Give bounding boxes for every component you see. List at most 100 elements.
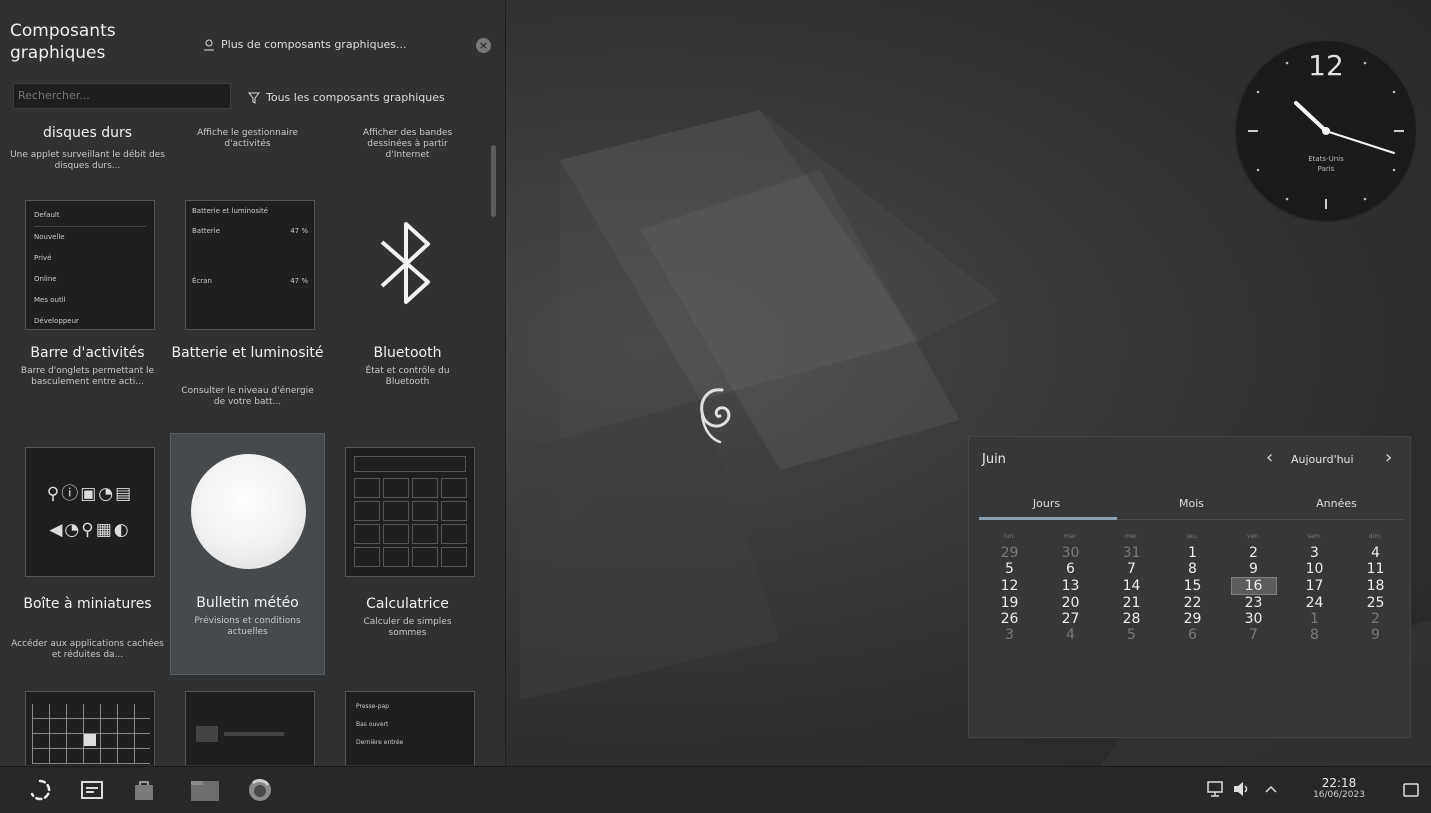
network-icon[interactable] [1206, 780, 1224, 798]
preview-text: Nouvelle [34, 233, 65, 241]
calendar-day[interactable]: 21 [1101, 595, 1162, 611]
filter-button[interactable]: Tous les composants graphiques [248, 91, 445, 104]
calculator-preview [345, 447, 475, 577]
widgets-panel: Composants graphiques Plus de composants… [0, 0, 506, 766]
taskbar-time: 22:18 [1321, 776, 1357, 790]
preview-text: Batterie [192, 227, 221, 235]
weather-icon [191, 454, 306, 569]
analog-clock[interactable]: 12 Etats-Unis Paris [1236, 41, 1416, 221]
calendar-day[interactable]: 3 [1284, 545, 1345, 561]
clock-timezone-label: Etats-Unis [1308, 155, 1344, 163]
widget-desc: Calculer de simples sommes [363, 617, 452, 638]
widget-name: Bluetooth [373, 345, 442, 361]
widget-item-weather[interactable]: Bulletin météo Prévisions et conditions … [170, 433, 325, 675]
calendar-day[interactable]: 4 [1345, 545, 1406, 561]
debian-logo-icon [700, 388, 731, 444]
calendar-day[interactable]: 7 [1101, 561, 1162, 577]
tab-years[interactable]: Années [1264, 497, 1409, 510]
more-widgets-button[interactable]: Plus de composants graphiques... [203, 38, 407, 51]
calendar-day[interactable]: 6 [1162, 627, 1223, 643]
calendar-day[interactable]: 30 [1040, 545, 1101, 561]
calendar-day[interactable]: 3 [979, 627, 1040, 643]
calendar-day[interactable]: 1 [1284, 611, 1345, 627]
more-widgets-label: Plus de composants graphiques... [221, 38, 407, 51]
next-month-icon[interactable]: › [1385, 447, 1392, 468]
calendar-day[interactable]: 9 [1345, 627, 1406, 643]
widget-item-clipboard[interactable]: Presse-pap Bas ouvert Dernière entrée [330, 685, 485, 765]
tab-days[interactable]: Jours [974, 497, 1119, 510]
calendar-day[interactable]: 14 [1101, 577, 1162, 595]
calendar-day[interactable]: 8 [1284, 627, 1345, 643]
calendar-day[interactable]: 5 [979, 561, 1040, 577]
file-manager-icon[interactable] [190, 777, 220, 803]
calendar-day[interactable]: 6 [1040, 561, 1101, 577]
today-button[interactable]: Aujourd'hui [1291, 453, 1354, 466]
calendar-day[interactable]: 4 [1040, 627, 1101, 643]
calendar-day[interactable]: 29 [1162, 611, 1223, 627]
calendar-day[interactable]: 31 [1101, 545, 1162, 561]
calendar-day[interactable]: 22 [1162, 595, 1223, 611]
filter-icon [248, 92, 260, 104]
widget-item[interactable]: disques durs Une applet surveillant le d… [10, 120, 165, 190]
widget-item-activity-bar[interactable]: Default Nouvelle Privé Online Mes outil … [10, 198, 165, 433]
calendar-day[interactable]: 2 [1223, 545, 1284, 561]
calendar-day[interactable]: 12 [979, 577, 1040, 595]
calendar-day[interactable]: 8 [1162, 561, 1223, 577]
calendar-week: 5 6 7 8 9 10 11 [979, 561, 1406, 577]
calendar-day[interactable]: 17 [1284, 577, 1345, 595]
preview-text: Écran [192, 277, 212, 285]
calendar-day[interactable]: 7 [1223, 627, 1284, 643]
calendar-week: 19 20 21 22 23 24 25 [979, 595, 1406, 611]
task-manager-icon[interactable] [79, 777, 105, 803]
calendar-day[interactable]: 10 [1284, 561, 1345, 577]
calendar-day[interactable]: 9 [1223, 561, 1284, 577]
widget-item-calculator[interactable]: Calculatrice Calculer de simples sommes [330, 435, 485, 675]
calendar-day[interactable]: 13 [1040, 577, 1101, 595]
close-icon[interactable]: × [476, 38, 491, 53]
calendar-day[interactable]: 19 [979, 595, 1040, 611]
calendar-week: 29 30 31 1 2 3 4 [979, 545, 1406, 561]
scrollbar[interactable] [491, 145, 496, 217]
preview-text: Presse-pap [356, 703, 389, 710]
search-input[interactable] [13, 83, 231, 109]
calendar-day[interactable]: 1 [1162, 545, 1223, 561]
calendar-day[interactable]: 23 [1223, 595, 1284, 611]
calendar-day[interactable]: 29 [979, 545, 1040, 561]
calendar-day[interactable]: 5 [1101, 627, 1162, 643]
calendar-day[interactable]: 2 [1345, 611, 1406, 627]
calendar-day[interactable]: 20 [1040, 595, 1101, 611]
previous-month-icon[interactable]: ‹ [1266, 447, 1273, 468]
app-launcher-icon[interactable] [27, 777, 53, 803]
widget-desc: Afficher des bandes dessinées à partir d… [362, 128, 453, 160]
preview-text: Dernière entrée [356, 739, 404, 746]
widget-item[interactable]: Affiche le gestionnaire d'activités [170, 120, 325, 190]
widget-item-calendar[interactable] [10, 685, 165, 765]
widget-preview [185, 691, 315, 765]
calendar-day-today[interactable]: 16 [1223, 577, 1284, 595]
widget-item[interactable] [170, 685, 325, 765]
chevron-up-icon[interactable] [1264, 782, 1278, 796]
bluetooth-icon [380, 222, 430, 304]
widget-item[interactable]: Afficher des bandes dessinées à partir d… [330, 120, 485, 190]
calendar-day[interactable]: 27 [1040, 611, 1101, 627]
widget-name: Batterie et luminosité [171, 345, 324, 361]
volume-icon[interactable] [1232, 780, 1250, 798]
widget-item-system-tray[interactable]: ⚲ⓘ▣◔▤ ◀◔⚲▦◐ Boîte à miniatures Accéder au… [10, 435, 165, 675]
calendar-day[interactable]: 18 [1345, 577, 1406, 595]
calendar-day[interactable]: 24 [1284, 595, 1345, 611]
calendar-day[interactable]: 30 [1223, 611, 1284, 627]
widget-item-bluetooth[interactable]: Bluetooth État et contrôle du Bluetooth [330, 198, 485, 433]
tab-months[interactable]: Mois [1119, 497, 1264, 510]
calendar-day[interactable]: 11 [1345, 561, 1406, 577]
calendar-day[interactable]: 15 [1162, 577, 1223, 595]
show-desktop-icon[interactable] [1402, 781, 1420, 799]
firefox-icon[interactable] [247, 777, 273, 803]
preview-text: Développeur [34, 317, 79, 325]
preview-text: Batterie et luminosité [192, 207, 269, 215]
calendar-day[interactable]: 25 [1345, 595, 1406, 611]
software-center-icon[interactable] [131, 777, 157, 803]
calendar-day[interactable]: 28 [1101, 611, 1162, 627]
widget-item-battery[interactable]: Batterie et luminosité Batterie 47 % Écra… [170, 198, 325, 433]
calendar-day[interactable]: 26 [979, 611, 1040, 627]
widget-desc: État et contrôle du Bluetooth [365, 366, 450, 387]
